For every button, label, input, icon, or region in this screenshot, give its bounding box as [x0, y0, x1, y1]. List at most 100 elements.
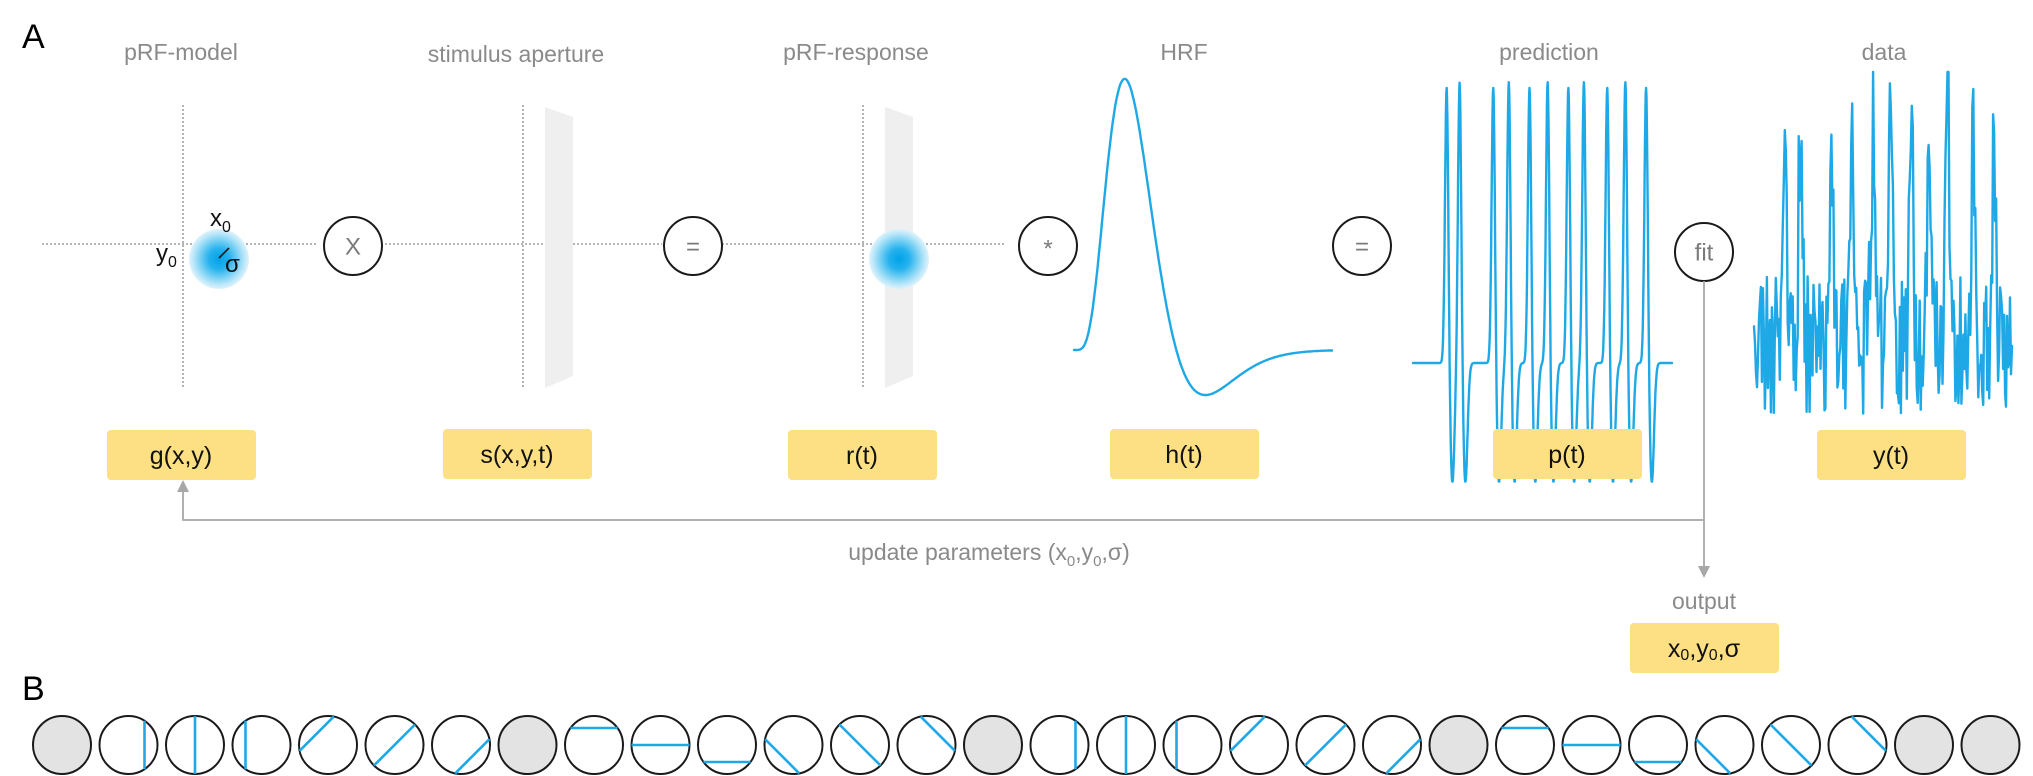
stimulus-frame-5 — [298, 715, 358, 775]
label-p-t: p(t) — [1493, 429, 1642, 479]
y0-label: y0 — [156, 240, 177, 271]
svg-text:X: X — [345, 234, 361, 261]
prf-model-graphic: x0 y0 σ — [42, 105, 318, 388]
aperture-bar — [545, 107, 573, 388]
stimulus-frame-16 — [1029, 715, 1090, 775]
frame-circle — [1495, 715, 1555, 775]
stimulus-frame-1 — [32, 715, 92, 775]
blank-frame-circle — [1894, 715, 1954, 775]
prf-diagram: A B pRF-model stimulus aperture pRF-resp… — [22, 18, 2021, 775]
stimulus-frame-sequence — [32, 715, 2021, 775]
blank-frame-circle — [497, 715, 558, 775]
label-h-t: h(t) — [1110, 429, 1259, 479]
blank-frame-circle — [1960, 715, 2021, 775]
svg-text:=: = — [686, 234, 700, 261]
output-title: output — [1672, 588, 1737, 614]
stimulus-frame-3 — [165, 715, 225, 775]
title-prediction: prediction — [1499, 39, 1599, 65]
sigma-label: σ — [225, 251, 240, 278]
stimulus-frame-8 — [497, 715, 558, 775]
update-parameters-label: update parameters (x0,y0,σ) — [848, 539, 1129, 570]
frame-circle — [1029, 715, 1090, 775]
update-loop — [177, 281, 1710, 578]
frame-circle — [1229, 715, 1289, 775]
frame-circle — [763, 715, 824, 775]
x0-label: x0 — [210, 205, 231, 236]
stimulus-aperture-graphic — [385, 105, 662, 388]
operator-multiply: X — [323, 216, 383, 276]
svg-text:g(x,y): g(x,y) — [150, 442, 213, 470]
operator-convolve: * — [1018, 216, 1078, 276]
frame-circle — [431, 715, 491, 775]
frame-circle — [1362, 715, 1422, 775]
frame-circle — [896, 715, 957, 775]
stimulus-frame-23 — [1495, 715, 1555, 775]
loop-arrowhead-up — [177, 480, 189, 492]
frame-circle — [564, 715, 624, 775]
blank-frame-circle — [1428, 715, 1489, 775]
label-s-xyt: s(x,y,t) — [443, 429, 592, 479]
svg-text:s(x,y,t): s(x,y,t) — [480, 441, 553, 469]
stimulus-frame-6 — [364, 715, 425, 775]
output-arrowhead-down — [1698, 566, 1710, 578]
stimulus-frame-7 — [431, 715, 491, 775]
stimulus-frame-30 — [1960, 715, 2021, 775]
stimulus-frame-15 — [963, 715, 1023, 775]
stimulus-frame-2 — [98, 715, 159, 775]
title-hrf: HRF — [1160, 39, 1207, 65]
stimulus-frame-24 — [1561, 715, 1622, 775]
stimulus-frame-18 — [1162, 715, 1223, 775]
label-y-t: y(t) — [1817, 430, 1966, 480]
operator-equals-1: = — [663, 216, 723, 276]
panel-b-letter: B — [22, 670, 45, 708]
svg-text:=: = — [1355, 234, 1369, 261]
svg-text:fit: fit — [1695, 240, 1714, 267]
frame-circle — [1694, 715, 1755, 775]
frame-circle — [697, 715, 757, 775]
title-stimulus-aperture: stimulus aperture — [428, 41, 604, 67]
stimulus-frame-29 — [1894, 715, 1954, 775]
stimulus-frame-13 — [830, 715, 890, 775]
svg-text:x0: x0 — [210, 205, 231, 236]
frame-circle — [231, 715, 292, 775]
prf-response-graphic — [722, 105, 1004, 388]
svg-text:*: * — [1043, 236, 1052, 263]
frame-circle — [298, 715, 358, 775]
svg-text:y0: y0 — [156, 240, 177, 271]
stimulus-frame-19 — [1229, 715, 1289, 775]
svg-text:p(t): p(t) — [1548, 441, 1586, 469]
blank-frame-circle — [963, 715, 1023, 775]
response-gaussian-blob — [869, 229, 929, 289]
stimulus-frame-22 — [1428, 715, 1489, 775]
stimulus-frame-14 — [896, 715, 957, 775]
stimulus-frame-17 — [1096, 715, 1156, 775]
title-prf-response: pRF-response — [783, 39, 929, 65]
svg-text:y(t): y(t) — [1873, 442, 1909, 470]
stimulus-frame-9 — [564, 715, 624, 775]
hrf-curve — [1072, 77, 1334, 397]
stimulus-frame-25 — [1628, 715, 1688, 775]
data-timecourse — [1752, 70, 2014, 415]
output-params-box: x0,y0,σ — [1630, 623, 1779, 673]
prediction-timecourse — [1411, 81, 1674, 483]
frame-circle — [1827, 715, 1888, 775]
frame-circle — [1628, 715, 1688, 775]
stimulus-frame-28 — [1827, 715, 1888, 775]
stimulus-frame-21 — [1362, 715, 1422, 775]
title-data: data — [1862, 39, 1907, 65]
prf-gaussian-blob — [189, 229, 249, 289]
stimulus-frame-12 — [763, 715, 824, 775]
label-r-t: r(t) — [788, 430, 937, 480]
title-prf-model: pRF-model — [124, 39, 238, 65]
stimulus-frame-11 — [697, 715, 757, 775]
operator-equals-2: = — [1332, 216, 1392, 276]
svg-text:r(t): r(t) — [846, 442, 878, 470]
svg-text:h(t): h(t) — [1165, 441, 1203, 469]
svg-text:x0,y0,σ: x0,y0,σ — [1668, 635, 1741, 664]
stimulus-frame-27 — [1761, 715, 1821, 775]
label-g-xy: g(x,y) — [107, 430, 256, 480]
frame-circle — [98, 715, 159, 775]
stimulus-frame-26 — [1694, 715, 1755, 775]
operator-fit: fit — [1674, 222, 1734, 282]
stimulus-frame-4 — [231, 715, 292, 775]
